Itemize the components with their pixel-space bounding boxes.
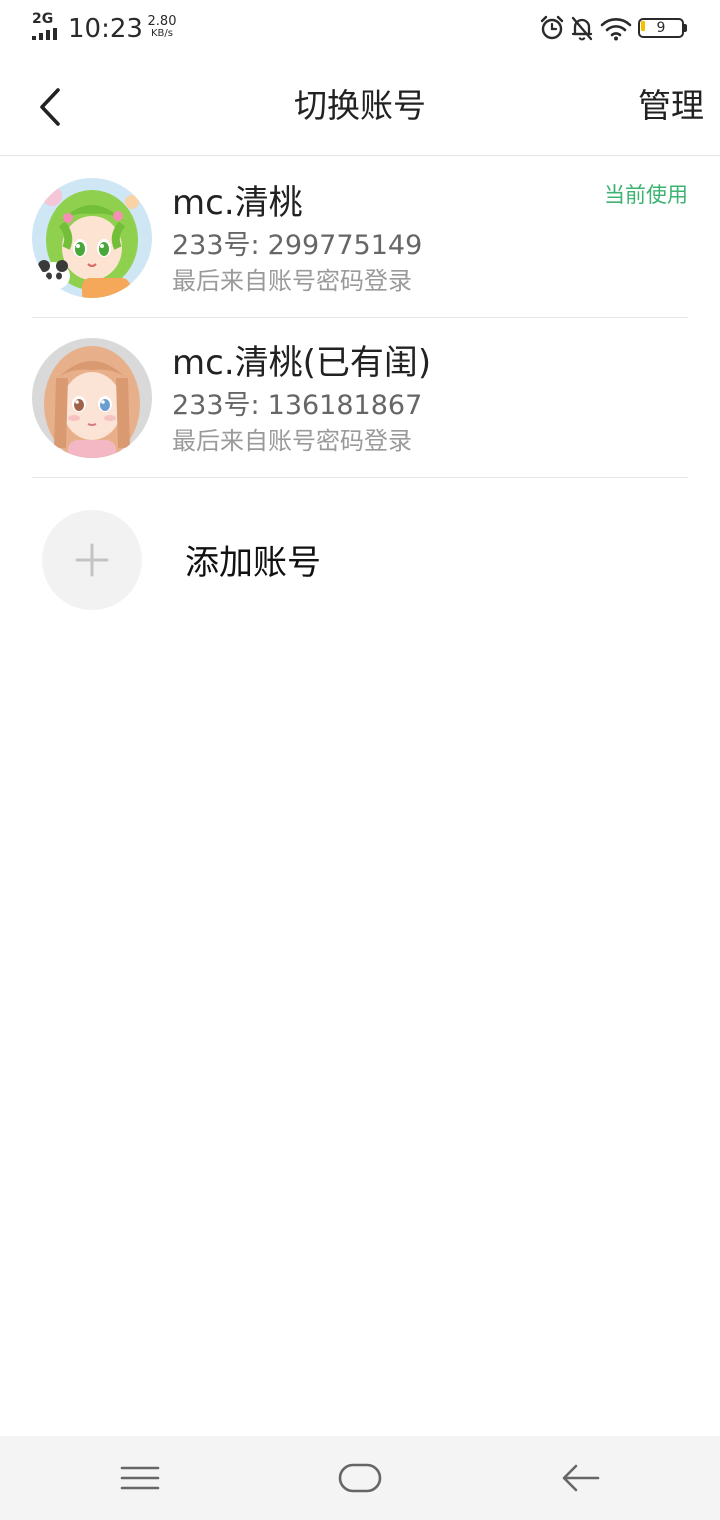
account-id-value: 136181867 [267,390,423,421]
avatar [32,338,152,458]
add-account-label: 添加账号 [185,543,321,583]
avatar [32,178,152,298]
clock: 10:23 [68,14,143,44]
account-login-source: 最后来自账号密码登录 [172,267,412,295]
plus-icon [75,543,109,577]
alarm-icon [540,15,564,40]
manage-button[interactable]: 管理 [638,56,704,156]
back-button[interactable] [30,82,74,132]
account-name: mc.清桃(已有闺) [172,343,432,383]
battery-percent: 9 [656,20,666,36]
header: 切换账号 管理 [0,56,720,156]
status-bar: 2G 10:23 2.80 KB/s 9 [0,0,720,56]
account-id-label: 233号: [172,390,260,421]
account-id-label: 233号: [172,230,260,261]
brown-hair-anime-avatar [32,338,152,458]
account-id: 233号: 136181867 [172,388,422,424]
network-type: 2G [32,11,54,27]
add-account-circle [42,510,142,610]
menu-icon[interactable] [116,1456,164,1500]
account-name: mc.清桃 [172,183,303,223]
account-id: 233号: 299775149 [172,228,422,264]
divider [32,477,688,478]
network-speed: 2.80 KB/s [145,15,179,39]
account-item-current[interactable]: mc.清桃 233号: 299775149 最后来自账号密码登录 当前使用 [0,158,720,318]
account-item[interactable]: mc.清桃(已有闺) 233号: 136181867 最后来自账号密码登录 [0,318,720,478]
green-hair-anime-avatar [32,178,152,298]
chevron-left-icon [40,88,60,126]
current-use-badge: 当前使用 [604,183,688,207]
network-speed-unit: KB/s [151,28,173,39]
cellular-signal-icon: 2G [30,12,64,42]
page-title: 切换账号 [294,86,426,125]
home-icon[interactable] [336,1456,384,1500]
add-account-button[interactable]: 添加账号 [0,488,720,628]
bell-off-icon [571,16,593,41]
back-arrow-icon[interactable] [556,1456,604,1500]
account-id-value: 299775149 [267,230,423,261]
system-nav-bar [0,1436,720,1520]
battery-indicator: 9 [638,18,688,38]
account-login-source: 最后来自账号密码登录 [172,427,412,455]
network-speed-value: 2.80 [147,14,177,29]
wifi-icon [600,18,632,41]
